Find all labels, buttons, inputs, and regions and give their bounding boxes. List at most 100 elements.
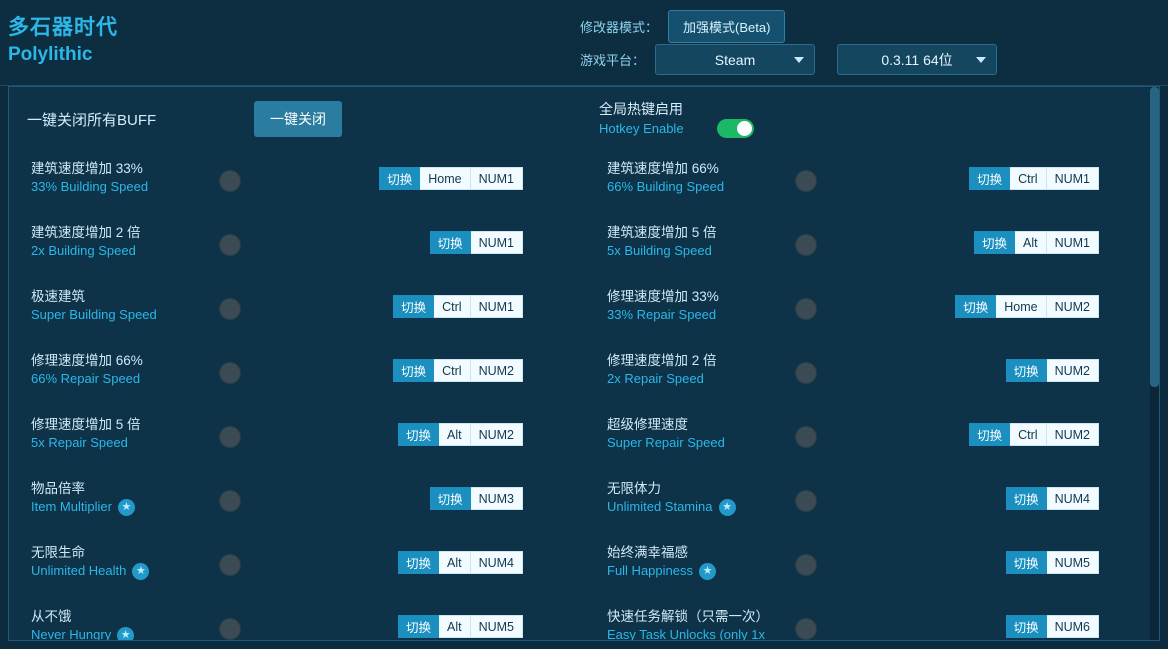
cheat-label-en-text: 5x Building Speed xyxy=(607,243,712,258)
close-all-button[interactable]: 一键关闭 xyxy=(254,101,342,137)
hotkey-key[interactable]: Ctrl xyxy=(434,359,470,382)
panel-scrollbar[interactable] xyxy=(1150,87,1159,641)
cheat-toggle[interactable] xyxy=(219,234,241,256)
hotkey-group[interactable]: 切换HomeNUM1 xyxy=(379,167,523,190)
hotkey-group[interactable]: 切换AltNUM1 xyxy=(974,231,1099,254)
cheat-toggle[interactable] xyxy=(219,490,241,512)
cheat-toggle[interactable] xyxy=(795,554,817,576)
cheat-item: 物品倍率Item Multiplier★ 切换NUM3 xyxy=(9,469,585,533)
cheat-label-en: 2x Repair Speed xyxy=(607,370,782,388)
cheat-toggle[interactable] xyxy=(795,234,817,256)
hotkey-key[interactable]: NUM1 xyxy=(1047,167,1099,190)
cheat-toggle[interactable] xyxy=(795,170,817,192)
hotkey-action-label[interactable]: 切换 xyxy=(398,615,439,638)
star-icon[interactable]: ★ xyxy=(118,499,135,516)
cheat-label-en: 66% Building Speed xyxy=(607,178,782,196)
hotkey-group[interactable]: 切换NUM5 xyxy=(1006,551,1099,574)
hotkey-key[interactable]: NUM2 xyxy=(471,359,523,382)
hotkey-group[interactable]: 切换AltNUM5 xyxy=(398,615,523,638)
cheat-label-cn: 始终满幸福感 xyxy=(607,543,782,562)
hotkey-group[interactable]: 切换CtrlNUM2 xyxy=(393,359,523,382)
version-select[interactable]: 0.3.11 64位 xyxy=(837,44,997,75)
hotkey-action-label[interactable]: 切换 xyxy=(1006,487,1047,510)
hotkey-key[interactable]: NUM3 xyxy=(471,487,523,510)
star-icon[interactable]: ★ xyxy=(132,563,149,580)
hotkey-action-label[interactable]: 切换 xyxy=(1006,615,1047,638)
cheat-toggle[interactable] xyxy=(219,618,241,640)
hotkey-key[interactable]: NUM1 xyxy=(1047,231,1099,254)
hotkey-group[interactable]: 切换NUM4 xyxy=(1006,487,1099,510)
scrollbar-thumb[interactable] xyxy=(1150,87,1159,387)
hotkey-group[interactable]: 切换NUM1 xyxy=(430,231,523,254)
hotkey-action-label[interactable]: 切换 xyxy=(1006,359,1047,382)
hotkey-key[interactable]: Alt xyxy=(439,615,471,638)
hotkey-group[interactable]: 切换AltNUM2 xyxy=(398,423,523,446)
hotkey-group[interactable]: 切换NUM2 xyxy=(1006,359,1099,382)
hotkey-key[interactable]: Ctrl xyxy=(1010,423,1046,446)
star-icon[interactable]: ★ xyxy=(699,563,716,580)
hotkey-action-label[interactable]: 切换 xyxy=(430,487,471,510)
hotkey-key[interactable]: Alt xyxy=(439,551,471,574)
cheat-labels: 物品倍率Item Multiplier★ xyxy=(31,479,206,516)
hotkey-action-label[interactable]: 切换 xyxy=(969,423,1010,446)
hotkey-key[interactable]: NUM2 xyxy=(1047,423,1099,446)
hotkey-key[interactable]: NUM1 xyxy=(471,167,523,190)
cheat-toggle[interactable] xyxy=(219,426,241,448)
cheat-toggle[interactable] xyxy=(795,618,817,640)
cheat-toggle[interactable] xyxy=(795,298,817,320)
utility-row: 一键关闭所有BUFF 一键关闭 全局热键启用 Hotkey Enable xyxy=(9,87,1159,149)
enhanced-mode-button[interactable]: 加强模式(Beta) xyxy=(668,10,785,43)
cheat-label-en: Unlimited Health★ xyxy=(31,562,206,580)
cheat-toggle[interactable] xyxy=(219,298,241,320)
hotkey-key[interactable]: Home xyxy=(420,167,470,190)
hotkey-key[interactable]: NUM5 xyxy=(1047,551,1099,574)
hotkey-group[interactable]: 切换NUM6 xyxy=(1006,615,1099,638)
hotkey-key[interactable]: NUM5 xyxy=(471,615,523,638)
hotkey-key[interactable]: NUM1 xyxy=(471,295,523,318)
hotkey-action-label[interactable]: 切换 xyxy=(398,551,439,574)
hotkey-key[interactable]: Ctrl xyxy=(434,295,470,318)
platform-select[interactable]: Steam xyxy=(655,44,815,75)
hotkey-key[interactable]: Ctrl xyxy=(1010,167,1046,190)
hotkey-action-label[interactable]: 切换 xyxy=(974,231,1015,254)
star-icon[interactable]: ★ xyxy=(719,499,736,516)
cheat-toggle[interactable] xyxy=(219,170,241,192)
hotkey-action-label[interactable]: 切换 xyxy=(969,167,1010,190)
cheat-label-en: 2x Building Speed xyxy=(31,242,206,260)
hotkey-key[interactable]: Alt xyxy=(439,423,471,446)
hotkey-action-label[interactable]: 切换 xyxy=(393,359,434,382)
cheat-label-cn: 快速任务解锁（只需一次） xyxy=(607,607,782,626)
hotkey-action-label[interactable]: 切换 xyxy=(398,423,439,446)
hotkey-key[interactable]: Alt xyxy=(1015,231,1047,254)
cheat-label-en: Item Multiplier★ xyxy=(31,498,206,516)
star-icon[interactable]: ★ xyxy=(117,627,134,641)
hotkey-group[interactable]: 切换CtrlNUM1 xyxy=(393,295,523,318)
cheat-label-cn: 超级修理速度 xyxy=(607,415,782,434)
hotkey-group[interactable]: 切换NUM3 xyxy=(430,487,523,510)
cheat-toggle[interactable] xyxy=(219,362,241,384)
cheat-label-cn: 修理速度增加 33% xyxy=(607,287,782,306)
hotkey-key[interactable]: NUM6 xyxy=(1047,615,1099,638)
hotkey-action-label[interactable]: 切换 xyxy=(1006,551,1047,574)
cheat-toggle[interactable] xyxy=(795,490,817,512)
hotkey-key[interactable]: NUM2 xyxy=(1047,359,1099,382)
cheat-toggle[interactable] xyxy=(219,554,241,576)
cheat-toggle[interactable] xyxy=(795,362,817,384)
hotkey-group[interactable]: 切换CtrlNUM1 xyxy=(969,167,1099,190)
hotkey-action-label[interactable]: 切换 xyxy=(379,167,420,190)
cheat-toggle[interactable] xyxy=(795,426,817,448)
hotkey-key[interactable]: NUM4 xyxy=(1047,487,1099,510)
hotkey-group[interactable]: 切换HomeNUM2 xyxy=(955,295,1099,318)
hotkey-group[interactable]: 切换CtrlNUM2 xyxy=(969,423,1099,446)
hotkey-key[interactable]: NUM1 xyxy=(471,231,523,254)
hotkey-action-label[interactable]: 切换 xyxy=(430,231,471,254)
hotkey-key[interactable]: Home xyxy=(996,295,1046,318)
hotkey-enable-toggle[interactable] xyxy=(717,119,754,138)
hotkey-group[interactable]: 切换AltNUM4 xyxy=(398,551,523,574)
mode-label: 修改器模式： xyxy=(580,17,658,36)
hotkey-key[interactable]: NUM2 xyxy=(471,423,523,446)
hotkey-key[interactable]: NUM2 xyxy=(1047,295,1099,318)
hotkey-action-label[interactable]: 切换 xyxy=(393,295,434,318)
hotkey-key[interactable]: NUM4 xyxy=(471,551,523,574)
hotkey-action-label[interactable]: 切换 xyxy=(955,295,996,318)
